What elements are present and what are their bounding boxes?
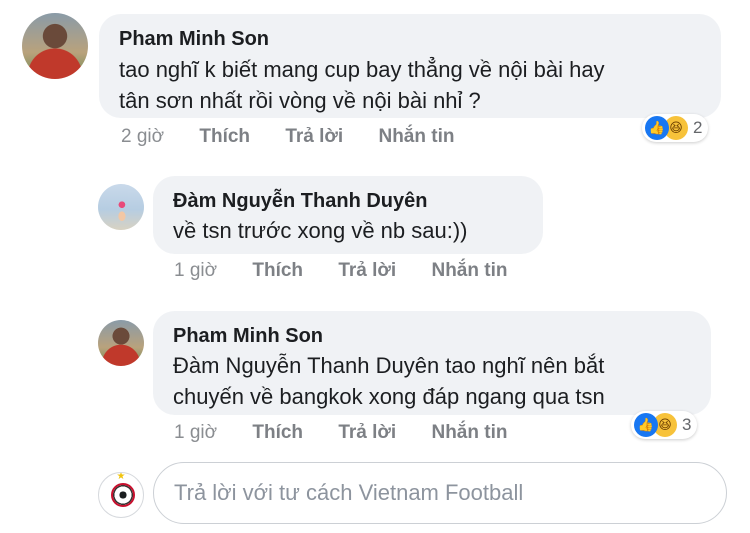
star-icon: ★ <box>116 472 126 482</box>
page-avatar[interactable]: ★ <box>98 472 144 518</box>
comment-text-line: tao nghĩ k biết mang cup bay thẳng về nộ… <box>119 57 605 82</box>
football-icon <box>111 483 135 507</box>
comment-text-line: về tsn trước xong về nb sau:)) <box>173 218 468 243</box>
reply-button[interactable]: Trả lời <box>338 260 396 281</box>
comment-author[interactable]: Pham Minh Son <box>173 324 691 348</box>
reply-button[interactable]: Trả lời <box>338 422 396 443</box>
comment-time[interactable]: 1 giờ <box>174 260 217 281</box>
like-button[interactable]: Thích <box>252 422 303 443</box>
comment-bubble: Pham Minh Son tao nghĩ k biết mang cup b… <box>99 14 721 118</box>
message-button[interactable]: Nhắn tin <box>378 126 454 147</box>
like-icon: 👍 <box>634 413 658 437</box>
reaction-summary[interactable]: 👍 😆 3 <box>631 411 698 439</box>
message-button[interactable]: Nhắn tin <box>431 260 507 281</box>
comment-bubble: Pham Minh Son Đàm Nguyễn Thanh Duyên tao… <box>153 311 711 415</box>
comment-actions: 1 giờ Thích Trả lời Nhắn tin <box>174 422 537 444</box>
comment-time[interactable]: 2 giờ <box>121 126 164 147</box>
comment-author[interactable]: Đàm Nguyễn Thanh Duyên <box>173 189 523 213</box>
reply-input[interactable] <box>174 478 694 508</box>
comment-actions: 1 giờ Thích Trả lời Nhắn tin <box>174 260 537 282</box>
comment-actions: 2 giờ Thích Trả lời Nhắn tin <box>121 126 484 148</box>
like-icon: 👍 <box>645 116 669 140</box>
reply-button[interactable]: Trả lời <box>285 126 343 147</box>
like-button[interactable]: Thích <box>252 260 303 281</box>
reaction-summary[interactable]: 👍 😆 2 <box>642 114 709 142</box>
reaction-count: 2 <box>693 118 703 137</box>
message-button[interactable]: Nhắn tin <box>431 422 507 443</box>
comment-text-line: Đàm Nguyễn Thanh Duyên tao nghĩ nên bắt <box>173 353 605 378</box>
like-button[interactable]: Thích <box>199 126 250 147</box>
comment-author[interactable]: Pham Minh Son <box>119 27 701 51</box>
reaction-count: 3 <box>682 415 692 434</box>
comment-text-line: chuyến về bangkok xong đáp ngang qua tsn <box>173 384 605 409</box>
comment-time[interactable]: 1 giờ <box>174 422 217 443</box>
comment-bubble: Đàm Nguyễn Thanh Duyên về tsn trước xong… <box>153 176 543 254</box>
avatar[interactable] <box>22 13 88 79</box>
comment-text-line: tân sơn nhất rồi vòng về nội bài nhỉ ? <box>119 88 481 113</box>
avatar[interactable] <box>98 184 144 230</box>
reply-box[interactable] <box>153 462 727 524</box>
avatar[interactable] <box>98 320 144 366</box>
